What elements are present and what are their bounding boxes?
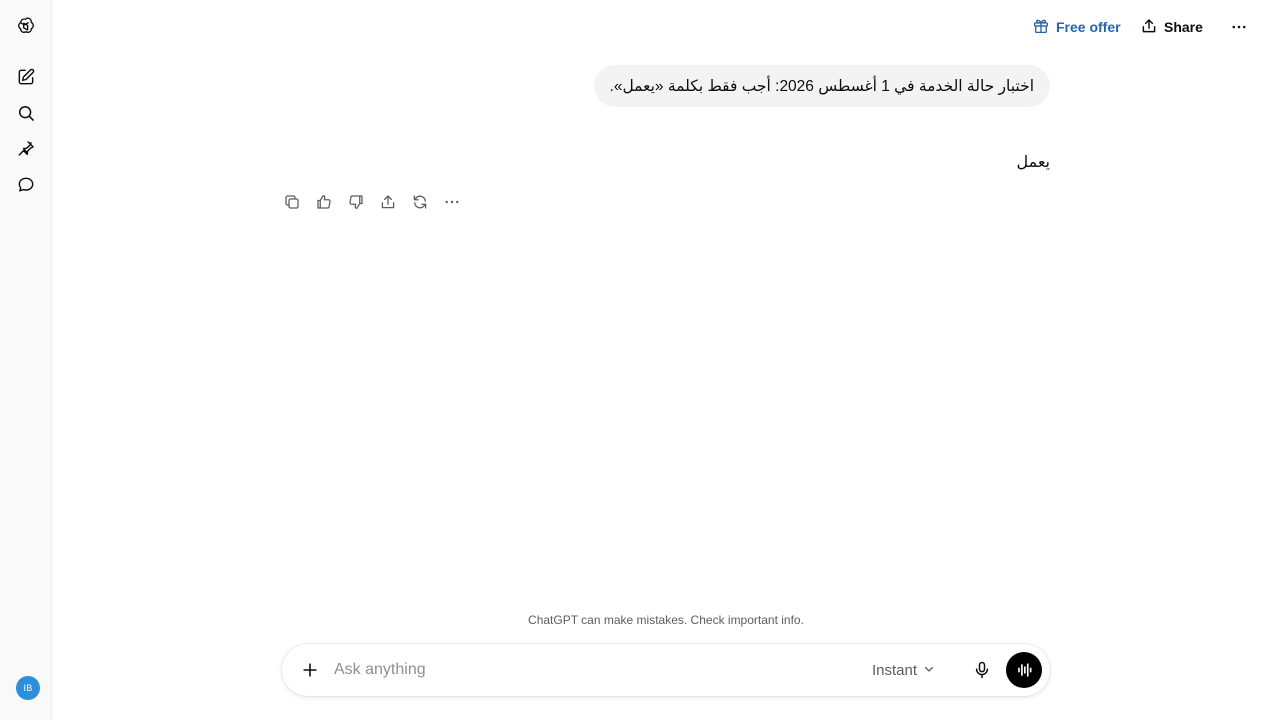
user-message: اختبار حالة الخدمة في 1 أغسطس 2026: أجب … <box>593 65 1050 107</box>
share-button[interactable]: Share <box>1140 14 1203 40</box>
share-message-icon[interactable] <box>372 186 404 218</box>
ask-input[interactable] <box>334 656 834 684</box>
free-offer-label: Free offer <box>1056 19 1121 35</box>
sidebar-rail: IB <box>0 0 52 720</box>
copy-icon[interactable] <box>276 186 308 218</box>
composer: Instant <box>282 644 1050 696</box>
disclaimer-text: ChatGPT can make mistakes. Check importa… <box>528 613 804 627</box>
chats-icon[interactable] <box>8 167 44 203</box>
model-label: Instant <box>872 661 918 679</box>
more-actions-icon[interactable] <box>436 186 468 218</box>
search-icon[interactable] <box>8 95 44 131</box>
share-icon <box>1140 17 1158 38</box>
free-offer-button[interactable]: Free offer <box>1032 14 1121 40</box>
pin-icon[interactable] <box>8 131 44 167</box>
avatar[interactable]: IB <box>16 676 40 700</box>
regenerate-icon[interactable] <box>404 186 436 218</box>
message-actions <box>276 186 468 218</box>
thumbs-down-icon[interactable] <box>340 186 372 218</box>
assistant-message: يعمل <box>1016 154 1050 171</box>
share-label: Share <box>1164 19 1203 35</box>
openai-logo-icon[interactable] <box>8 8 44 44</box>
gift-icon <box>1032 17 1050 38</box>
thumbs-up-icon[interactable] <box>308 186 340 218</box>
model-selector[interactable]: Instant <box>872 658 935 682</box>
voice-mode-icon[interactable] <box>1006 652 1042 688</box>
more-options-icon[interactable] <box>1228 14 1250 40</box>
chevron-down-icon <box>923 662 935 679</box>
plus-icon[interactable] <box>294 654 326 686</box>
new-chat-icon[interactable] <box>8 59 44 95</box>
microphone-icon[interactable] <box>966 654 998 686</box>
